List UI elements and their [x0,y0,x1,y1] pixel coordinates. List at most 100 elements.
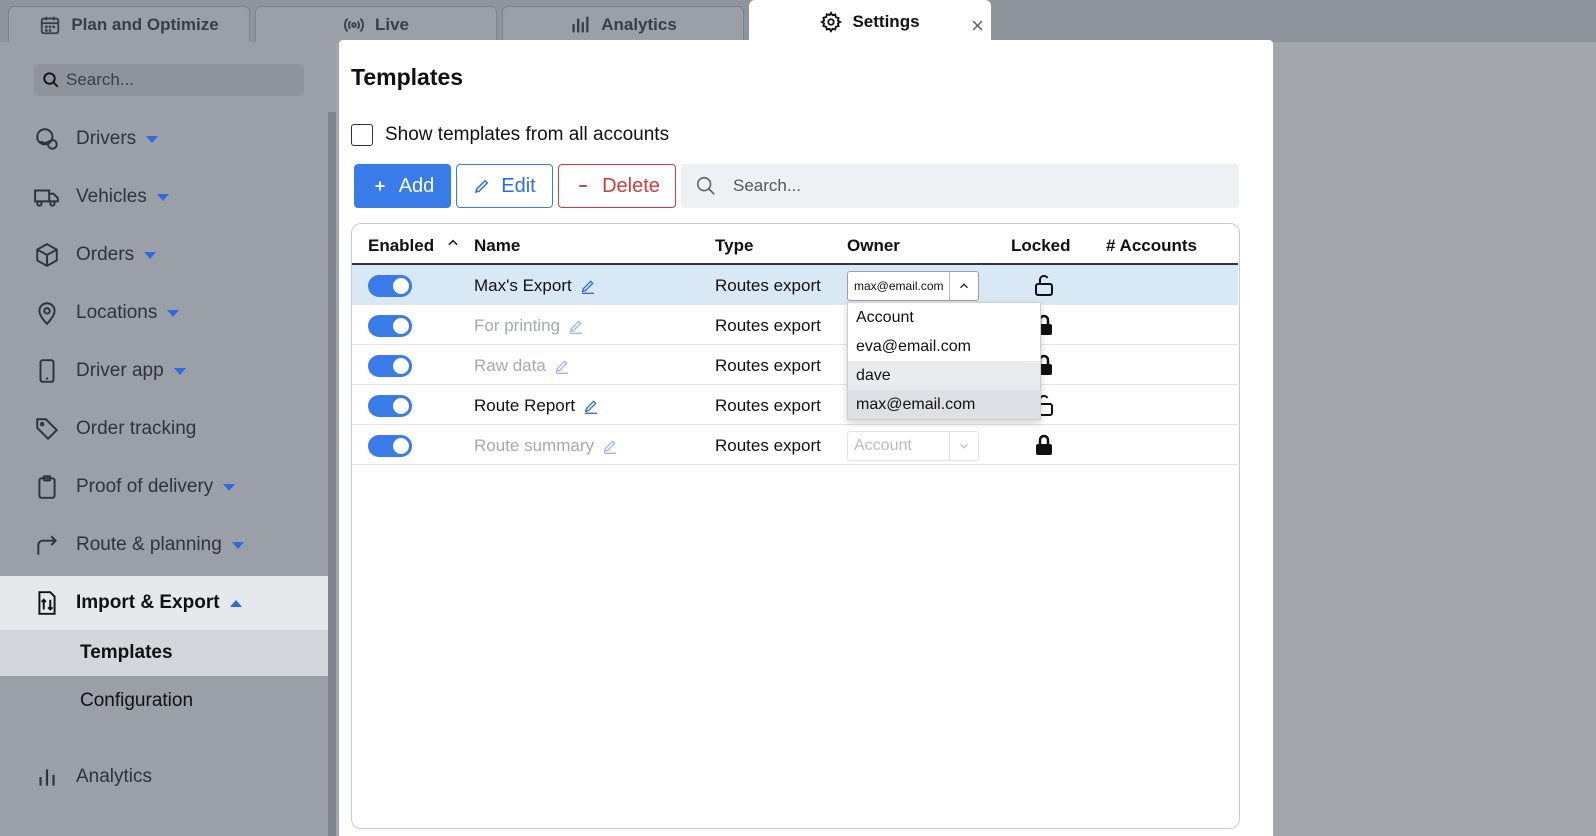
table-row[interactable]: For printing Routes export [352,305,1238,345]
sidebar-scrollbar[interactable] [328,112,336,836]
sidebar-item-drivers[interactable]: Drivers [0,112,328,166]
owner-option[interactable]: dave [848,361,1040,390]
delete-button[interactable]: Delete [558,164,676,208]
unlocked-icon[interactable] [1032,273,1056,297]
column-header-name[interactable]: Name [474,236,520,256]
plus-icon [375,181,385,191]
enabled-toggle[interactable] [368,315,412,337]
owner-select-value: Account [848,432,950,460]
import-export-icon [38,591,56,615]
lock-icon[interactable] [1032,433,1056,457]
template-name: Route summary [474,436,618,456]
column-header-locked[interactable]: Locked [1011,236,1071,256]
sidebar-item-vehicles[interactable]: Vehicles [0,170,328,224]
template-name: Raw data [474,356,570,376]
clipboard-icon [38,475,56,499]
sidebar-item-label: Analytics [76,766,153,787]
pencil-icon[interactable] [554,358,570,374]
templates-table: Enabled Name Type Owner Locked # Account… [351,223,1240,829]
sidebar-item-import-export[interactable]: Import & Export [0,576,328,630]
pencil-icon[interactable] [583,398,599,414]
sidebar-item-order-tracking[interactable]: Order tracking [0,402,328,456]
route-icon [37,535,58,555]
tag-icon [36,418,59,441]
templates-search-input[interactable]: Search... [681,164,1239,208]
owner-option[interactable]: Account [848,303,1040,332]
sort-ascending-icon[interactable] [446,236,460,250]
sidebar-item-analytics[interactable]: Analytics [0,750,328,804]
chevron-down-icon [231,541,244,549]
sidebar-item-label: Drivers [76,128,137,149]
sidebar-item-driver-app[interactable]: Driver app [0,344,328,398]
pin-icon [38,302,56,326]
sidebar-item-label: Locations [76,302,158,323]
box-icon [36,243,58,267]
enabled-toggle[interactable] [368,395,412,417]
pencil-icon[interactable] [580,278,596,294]
template-name-text: Route Report [474,396,576,415]
add-button-label: Add [398,174,435,197]
column-header-owner[interactable]: Owner [847,236,900,256]
column-header-type[interactable]: Type [715,236,753,256]
chevron-down-icon [146,135,159,143]
bar-chart-icon [39,769,55,786]
owner-option[interactable]: max@email.com [848,390,1040,419]
templates-search-placeholder: Search... [733,176,802,195]
tab-settings[interactable]: Settings × [749,0,991,42]
table-row[interactable]: Route summary Routes export Account [352,425,1238,465]
owner-select: Account [847,431,979,461]
close-icon[interactable]: × [971,13,984,39]
sidebar-item-proof-of-delivery[interactable]: Proof of delivery [0,460,328,514]
sidebar-item-label: Proof of delivery [76,476,214,497]
sidebar-item-route-planning[interactable]: Route & planning [0,518,328,572]
template-type: Routes export [715,316,821,335]
top-tab-bar: Plan and Optimize Live Analytics Setting… [0,0,1596,42]
template-name-text: For printing [474,316,560,335]
table-row[interactable]: Raw data Routes export [352,345,1238,385]
sidebar-search-input[interactable]: Search... [34,64,304,96]
column-header-enabled[interactable]: Enabled [368,236,434,256]
template-name: For printing [474,316,584,336]
owner-option[interactable]: eva@email.com [848,332,1040,361]
sidebar-search-placeholder: Search... [66,70,135,89]
tab-label: Settings [852,11,920,31]
tab-live[interactable]: Live [255,6,497,42]
chevron-down-icon [144,251,157,259]
chevron-up-icon [229,599,242,607]
table-row[interactable]: Max's Export Routes export max@email.com [352,265,1238,305]
edit-button-label: Edit [501,174,536,197]
owner-select[interactable]: max@email.com [847,271,979,301]
enabled-toggle[interactable] [368,435,412,457]
sidebar-subitem-label: Configuration [80,690,194,711]
tab-plan-and-optimize[interactable]: Plan and Optimize [8,6,250,42]
sidebar-subitem-configuration[interactable]: Configuration [0,678,328,724]
chevron-up-icon[interactable] [950,279,978,293]
chevron-down-icon [173,367,186,375]
sidebar-item-label: Vehicles [76,186,147,207]
owner-select-value: max@email.com [848,272,950,300]
enabled-toggle[interactable] [368,275,412,297]
sidebar-item-locations[interactable]: Locations [0,286,328,340]
chevron-down-icon [950,439,978,453]
tab-analytics[interactable]: Analytics [502,6,744,42]
show-all-accounts-checkbox[interactable] [351,124,373,146]
sidebar-subitem-templates[interactable]: Templates [0,630,328,676]
show-all-accounts-option[interactable]: Show templates from all accounts [351,124,669,146]
add-button[interactable]: Add [354,164,451,208]
pencil-icon[interactable] [602,438,618,454]
chevron-down-icon [223,483,236,491]
table-row[interactable]: Route Report Routes export [352,385,1238,425]
page-title: Templates [351,64,464,90]
gear-icon [820,10,843,33]
edit-button[interactable]: Edit [456,164,553,208]
sidebar-item-label: Route & planning [76,534,222,555]
phone-icon [39,359,55,383]
column-header-accounts[interactable]: # Accounts [1106,236,1197,256]
template-type: Routes export [715,356,821,375]
pencil-icon[interactable] [568,318,584,334]
sidebar-item-orders[interactable]: Orders [0,228,328,282]
pencil-icon [475,179,489,194]
sidebar-subitem-label: Templates [80,642,173,663]
template-name-text: Raw data [474,356,546,375]
enabled-toggle[interactable] [368,355,412,377]
